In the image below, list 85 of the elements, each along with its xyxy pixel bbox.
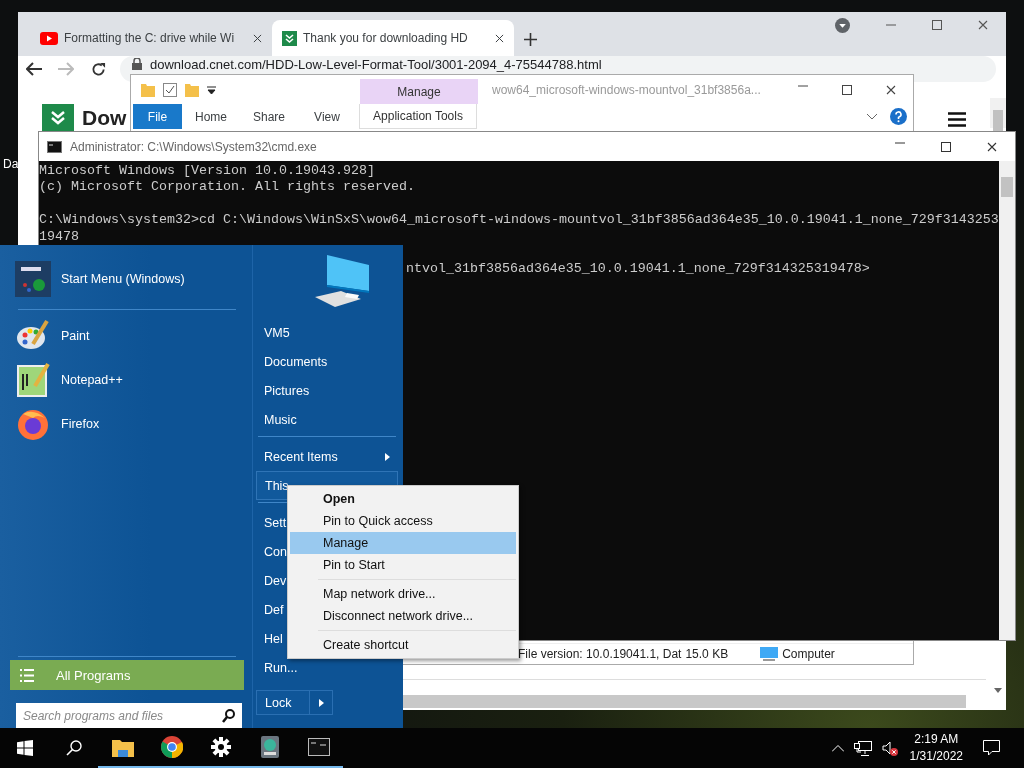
- download-icon: [282, 30, 297, 46]
- command-prompt-icon: [307, 738, 330, 756]
- submenu-arrow-icon: [385, 452, 390, 461]
- console-line: C:\Windows\system32>cd C:\Windows\WinSxS\wow64_microsoft-windows-mountvol_31bf3856ad364e35_10.0.19041.1_none_729f3143253: [39, 212, 999, 229]
- desktop-icon-label[interactable]: Da: [3, 157, 19, 171]
- close-icon[interactable]: [253, 33, 262, 43]
- ribbon-tab[interactable]: File: [133, 104, 182, 129]
- dropdown-icon[interactable]: [835, 17, 850, 33]
- menu-item[interactable]: Manage: [290, 532, 516, 554]
- windows-start-icon[interactable]: [16, 740, 33, 756]
- start-menu-item[interactable]: Paint: [10, 314, 244, 358]
- clock[interactable]: 2:19 AM 1/31/2022: [909, 731, 963, 765]
- gear-icon: [210, 737, 231, 757]
- start-menu-app-icon: [15, 261, 51, 297]
- console-line: Microsoft Windows [Version 10.0.19043.928]: [39, 163, 375, 180]
- window-title: wow64_microsoft-windows-mountvol_31bf3856a...: [492, 82, 762, 97]
- minimize-icon[interactable]: [895, 141, 905, 144]
- list-icon: [20, 668, 34, 682]
- console-line: ntvol_31bf3856ad364e35_10.0.19041.1_none_729f314325319478>: [405, 261, 870, 278]
- play-icon: [40, 31, 58, 45]
- notification-icon[interactable]: [983, 740, 1000, 756]
- start-menu-item[interactable]: Firefox: [10, 402, 244, 446]
- reload-icon[interactable]: [90, 62, 106, 77]
- window-title: Administrator: C:\Windows\System32\cmd.exe: [70, 139, 318, 154]
- start-menu-link[interactable]: Pictures: [256, 376, 398, 405]
- site-logo-text[interactable]: Dow: [82, 106, 127, 130]
- start-menu-link[interactable]: Documents: [256, 347, 398, 376]
- close-icon[interactable]: [495, 33, 504, 43]
- maximize-icon[interactable]: [941, 141, 951, 152]
- start-menu-item[interactable]: Notepad++: [10, 358, 244, 402]
- search-icon[interactable]: [65, 740, 82, 756]
- menu-item[interactable]: Pin to Quick access: [290, 510, 516, 532]
- start-menu-link[interactable]: Recent Items: [256, 442, 398, 471]
- menu-icon[interactable]: [948, 112, 966, 127]
- menu-item[interactable]: Pin to Start: [290, 554, 516, 576]
- help-icon[interactable]: [889, 108, 907, 125]
- chrome-icon: [160, 736, 183, 758]
- ribbon-tab[interactable]: View: [298, 104, 356, 129]
- computer-icon: [313, 253, 371, 309]
- console-line: (c) Microsoft Corporation. All rights reserved.: [39, 179, 415, 196]
- lock-button[interactable]: Lock: [257, 691, 309, 714]
- lock-icon: [132, 58, 142, 70]
- minimize-icon[interactable]: [798, 84, 808, 87]
- disk-drive-icon: [260, 736, 279, 758]
- menu-item[interactable]: Open: [290, 488, 516, 510]
- dropdown-icon[interactable]: [207, 85, 216, 94]
- folder-icon: [111, 737, 134, 757]
- ribbon-tab[interactable]: Home: [182, 104, 240, 129]
- site-logo-icon[interactable]: [42, 104, 74, 132]
- menu-item[interactable]: Create shortcut: [290, 634, 516, 656]
- start-menu-item[interactable]: Start Menu (Windows): [10, 257, 244, 301]
- command-prompt-icon: [47, 140, 62, 153]
- maximize-icon[interactable]: [932, 20, 942, 30]
- ribbon-tab[interactable]: Share: [240, 104, 298, 129]
- close-icon[interactable]: [886, 84, 896, 95]
- chevron-icon[interactable]: [867, 113, 877, 120]
- browser-tab[interactable]: Thank you for downloading HD: [272, 20, 514, 56]
- start-menu-link[interactable]: VM5: [256, 318, 398, 347]
- muted-speaker-icon[interactable]: [881, 740, 898, 756]
- close-icon[interactable]: [978, 20, 988, 30]
- status-location: Computer: [782, 647, 835, 661]
- vertical-scrollbar[interactable]: [990, 98, 1006, 128]
- menu-item[interactable]: Map network drive...: [290, 583, 516, 605]
- computer-icon: [760, 646, 779, 662]
- vertical-scrollbar[interactable]: [998, 161, 1015, 640]
- submenu-arrow-icon[interactable]: [318, 698, 324, 707]
- search-field[interactable]: Search programs and files: [16, 703, 242, 728]
- status-details: File version: 10.0.19041.1, Dat: [518, 647, 682, 661]
- browser-tab[interactable]: Formatting the C: drive while Wi: [30, 20, 272, 56]
- chevron-up-icon[interactable]: [831, 744, 844, 752]
- notepad-icon: [15, 362, 51, 398]
- menu-item[interactable]: Disconnect network drive...: [290, 605, 516, 627]
- back-icon[interactable]: [26, 62, 42, 76]
- search-icon[interactable]: [222, 709, 235, 723]
- close-icon[interactable]: [987, 141, 997, 152]
- properties-icon[interactable]: [163, 82, 177, 97]
- maximize-icon[interactable]: [842, 84, 852, 95]
- console-line: 19478: [39, 228, 79, 245]
- start-menu-link[interactable]: Music: [256, 405, 398, 434]
- new-tab-icon[interactable]: [524, 33, 537, 46]
- ribbon-tab-group-label: Manage: [360, 79, 478, 104]
- network-icon[interactable]: [853, 740, 872, 756]
- ribbon-tab[interactable]: Application Tools: [359, 104, 477, 129]
- scroll-down-icon[interactable]: [994, 688, 1002, 693]
- status-size: 15.0 KB: [685, 647, 729, 661]
